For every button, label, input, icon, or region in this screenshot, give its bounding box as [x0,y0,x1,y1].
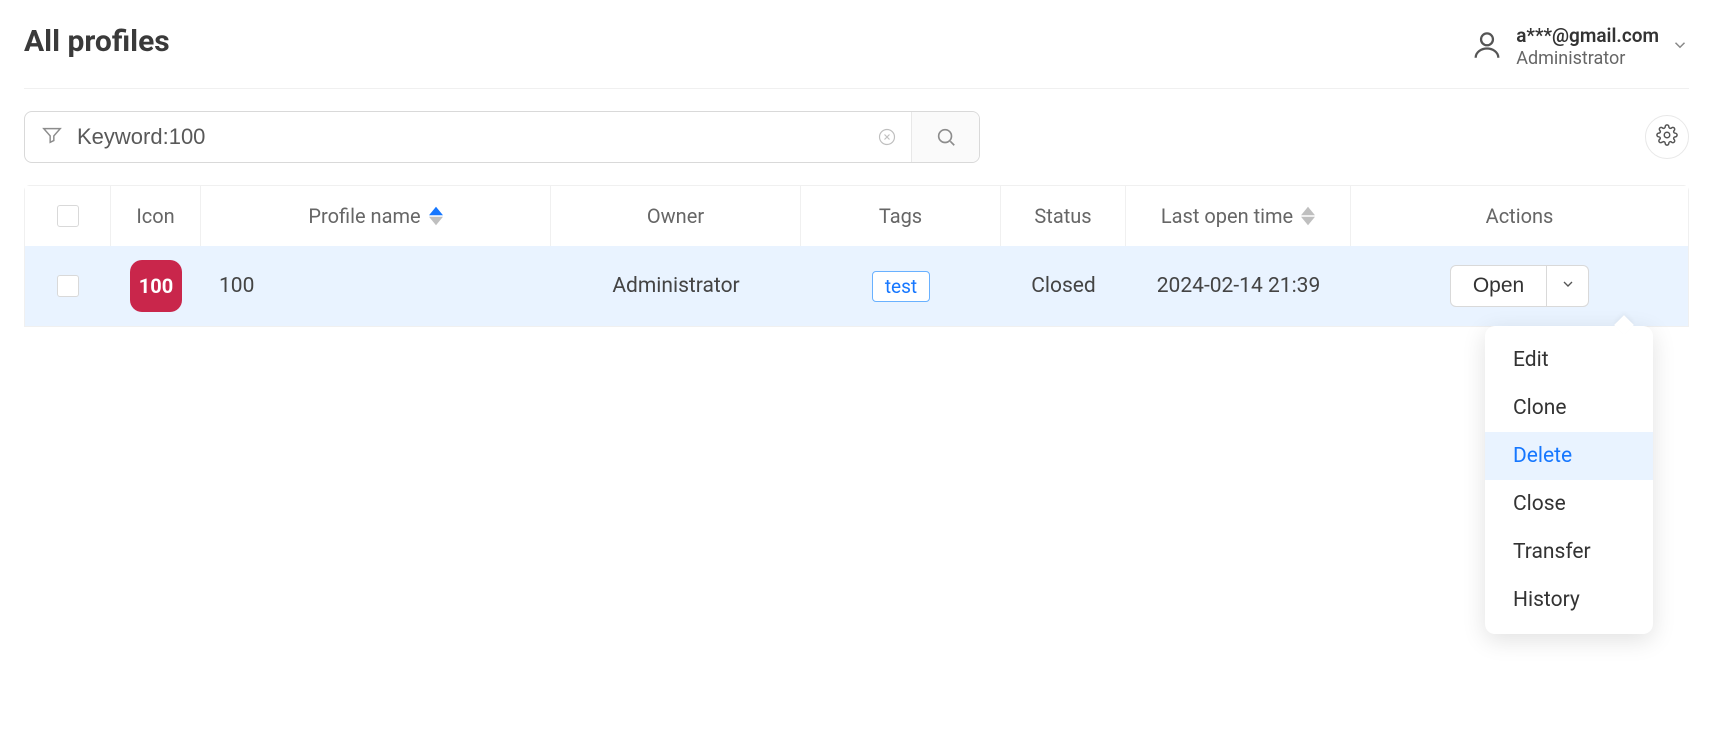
clear-search-button[interactable] [863,127,911,147]
sort-icon [1301,206,1315,226]
last-open-cell: 2024-02-14 21:39 [1126,246,1351,326]
dropdown-item-history[interactable]: History [1485,576,1653,624]
open-button[interactable]: Open [1450,265,1547,307]
column-header-last-open[interactable]: Last open time [1126,186,1351,246]
search-button[interactable] [911,112,979,162]
row-checkbox[interactable] [57,275,79,297]
table-header: Icon Profile name Owner Tags Status Last… [25,186,1688,246]
user-email: a***@gmail.com [1516,24,1659,48]
table-row[interactable]: 100 100 Administrator test Closed 2024-0… [25,246,1688,326]
gear-icon [1656,124,1678,150]
owner-cell: Administrator [551,246,801,326]
user-role: Administrator [1516,48,1659,71]
actions-dropdown: EditCloneDeleteCloseTransferHistory [1485,326,1653,634]
search-box [24,111,980,163]
chevron-down-icon [1671,36,1689,58]
column-header-owner: Owner [551,186,801,246]
dropdown-item-edit[interactable]: Edit [1485,336,1653,384]
dropdown-item-transfer[interactable]: Transfer [1485,528,1653,576]
sort-icon [429,206,443,226]
search-input[interactable] [77,124,847,150]
settings-button[interactable] [1645,115,1689,159]
profile-name-cell[interactable]: 100 [201,246,551,326]
page-title: All profiles [24,24,170,59]
status-cell: Closed [1001,246,1126,326]
column-header-profile-name[interactable]: Profile name [201,186,551,246]
dropdown-item-delete[interactable]: Delete [1485,432,1653,480]
select-all-checkbox[interactable] [57,205,79,227]
dropdown-item-close[interactable]: Close [1485,480,1653,528]
user-icon [1470,28,1504,66]
column-header-tags: Tags [801,186,1001,246]
dropdown-item-clone[interactable]: Clone [1485,384,1653,432]
profiles-table: Icon Profile name Owner Tags Status Last… [24,185,1689,327]
profile-icon: 100 [130,260,182,312]
tag-badge[interactable]: test [872,271,930,302]
filter-icon[interactable] [41,124,63,150]
column-header-actions: Actions [1351,186,1688,246]
column-header-icon: Icon [111,186,201,246]
column-header-status: Status [1001,186,1126,246]
user-menu[interactable]: a***@gmail.com Administrator [1470,24,1689,70]
open-dropdown-button[interactable] [1547,265,1589,307]
chevron-down-icon [1560,274,1576,298]
